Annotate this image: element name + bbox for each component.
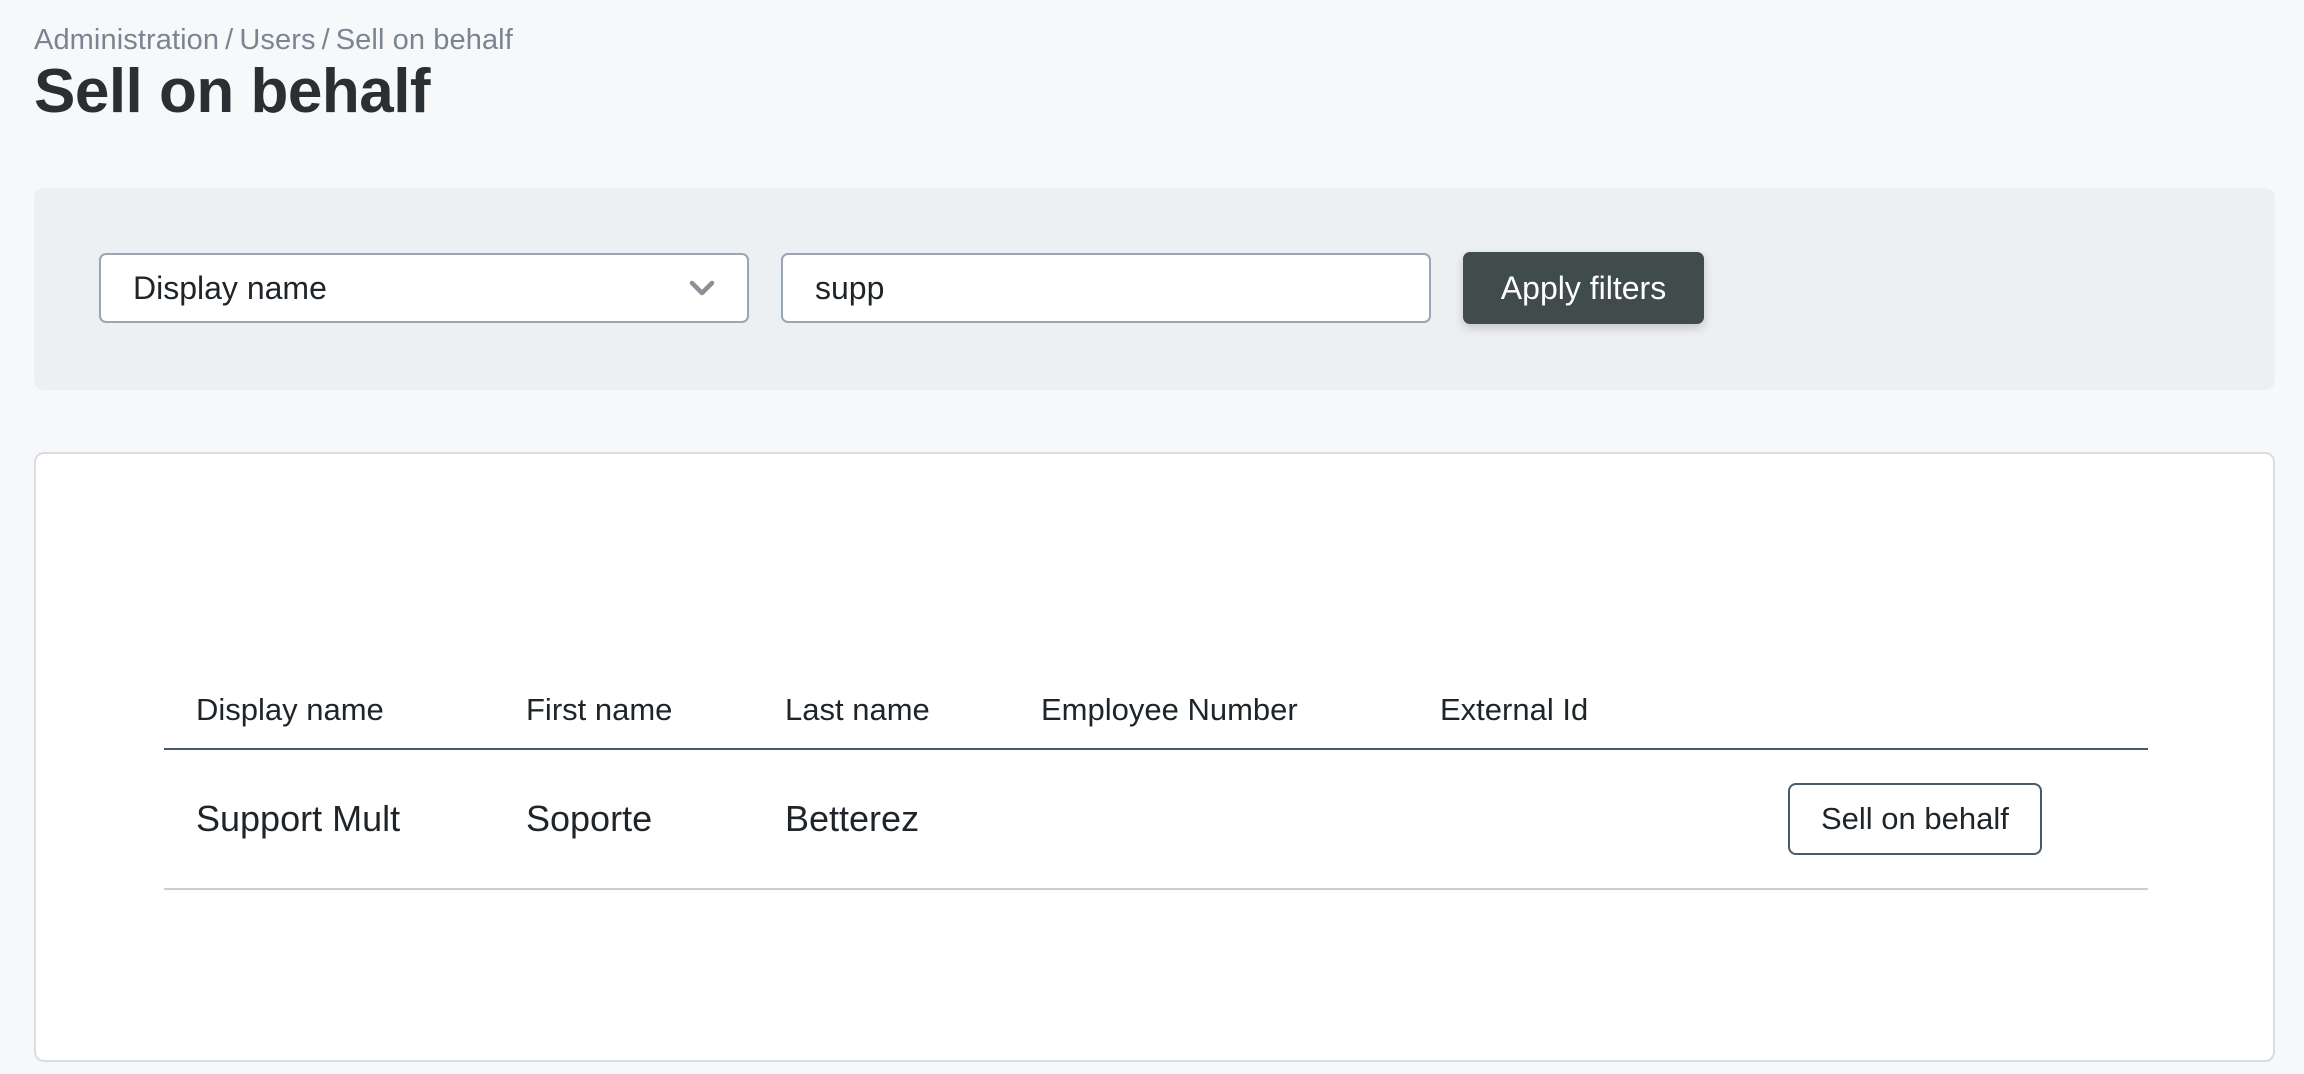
breadcrumb-separator: / <box>321 24 330 56</box>
breadcrumb: Administration / Users / Sell on behalf <box>34 24 513 57</box>
cell-action: Sell on behalf <box>1756 749 2148 890</box>
breadcrumb-item-current: Sell on behalf <box>335 24 513 56</box>
column-header-employee-number: Employee Number <box>1009 672 1408 750</box>
cell-display-name: Support Mult <box>164 749 494 890</box>
apply-filters-button[interactable]: Apply filters <box>1463 252 1704 324</box>
chevron-down-icon <box>689 275 715 301</box>
page: Administration / Users / Sell on behalf Sell… <box>0 0 2304 1074</box>
cell-employee-number <box>1009 749 1408 890</box>
column-header-first-name: First name <box>494 672 753 750</box>
results-table-wrap: Display name First name Last name Employ… <box>164 672 2148 890</box>
results-table: Display name First name Last name Employ… <box>164 672 2148 890</box>
column-header-last-name: Last name <box>753 672 1009 750</box>
table-row: Support Mult Soporte Betterez Sell on be… <box>164 749 2148 890</box>
column-header-actions <box>1756 672 2148 750</box>
table-header-row: Display name First name Last name Employ… <box>164 672 2148 750</box>
breadcrumb-item-administration[interactable]: Administration <box>34 24 219 56</box>
filter-panel: Display name Apply filters <box>34 188 2275 390</box>
page-title: Sell on behalf <box>34 57 431 126</box>
results-card: Display name First name Last name Employ… <box>34 452 2275 1062</box>
filter-field-select[interactable]: Display name <box>99 253 749 323</box>
cell-external-id <box>1408 749 1756 890</box>
breadcrumb-separator: / <box>225 24 234 56</box>
cell-last-name: Betterez <box>753 749 1009 890</box>
sell-on-behalf-button[interactable]: Sell on behalf <box>1788 783 2042 855</box>
cell-first-name: Soporte <box>494 749 753 890</box>
column-header-external-id: External Id <box>1408 672 1756 750</box>
filter-field-select-value: Display name <box>133 269 327 306</box>
breadcrumb-item-users[interactable]: Users <box>239 24 315 56</box>
column-header-display-name: Display name <box>164 672 494 750</box>
filter-search-input[interactable] <box>781 253 1431 323</box>
